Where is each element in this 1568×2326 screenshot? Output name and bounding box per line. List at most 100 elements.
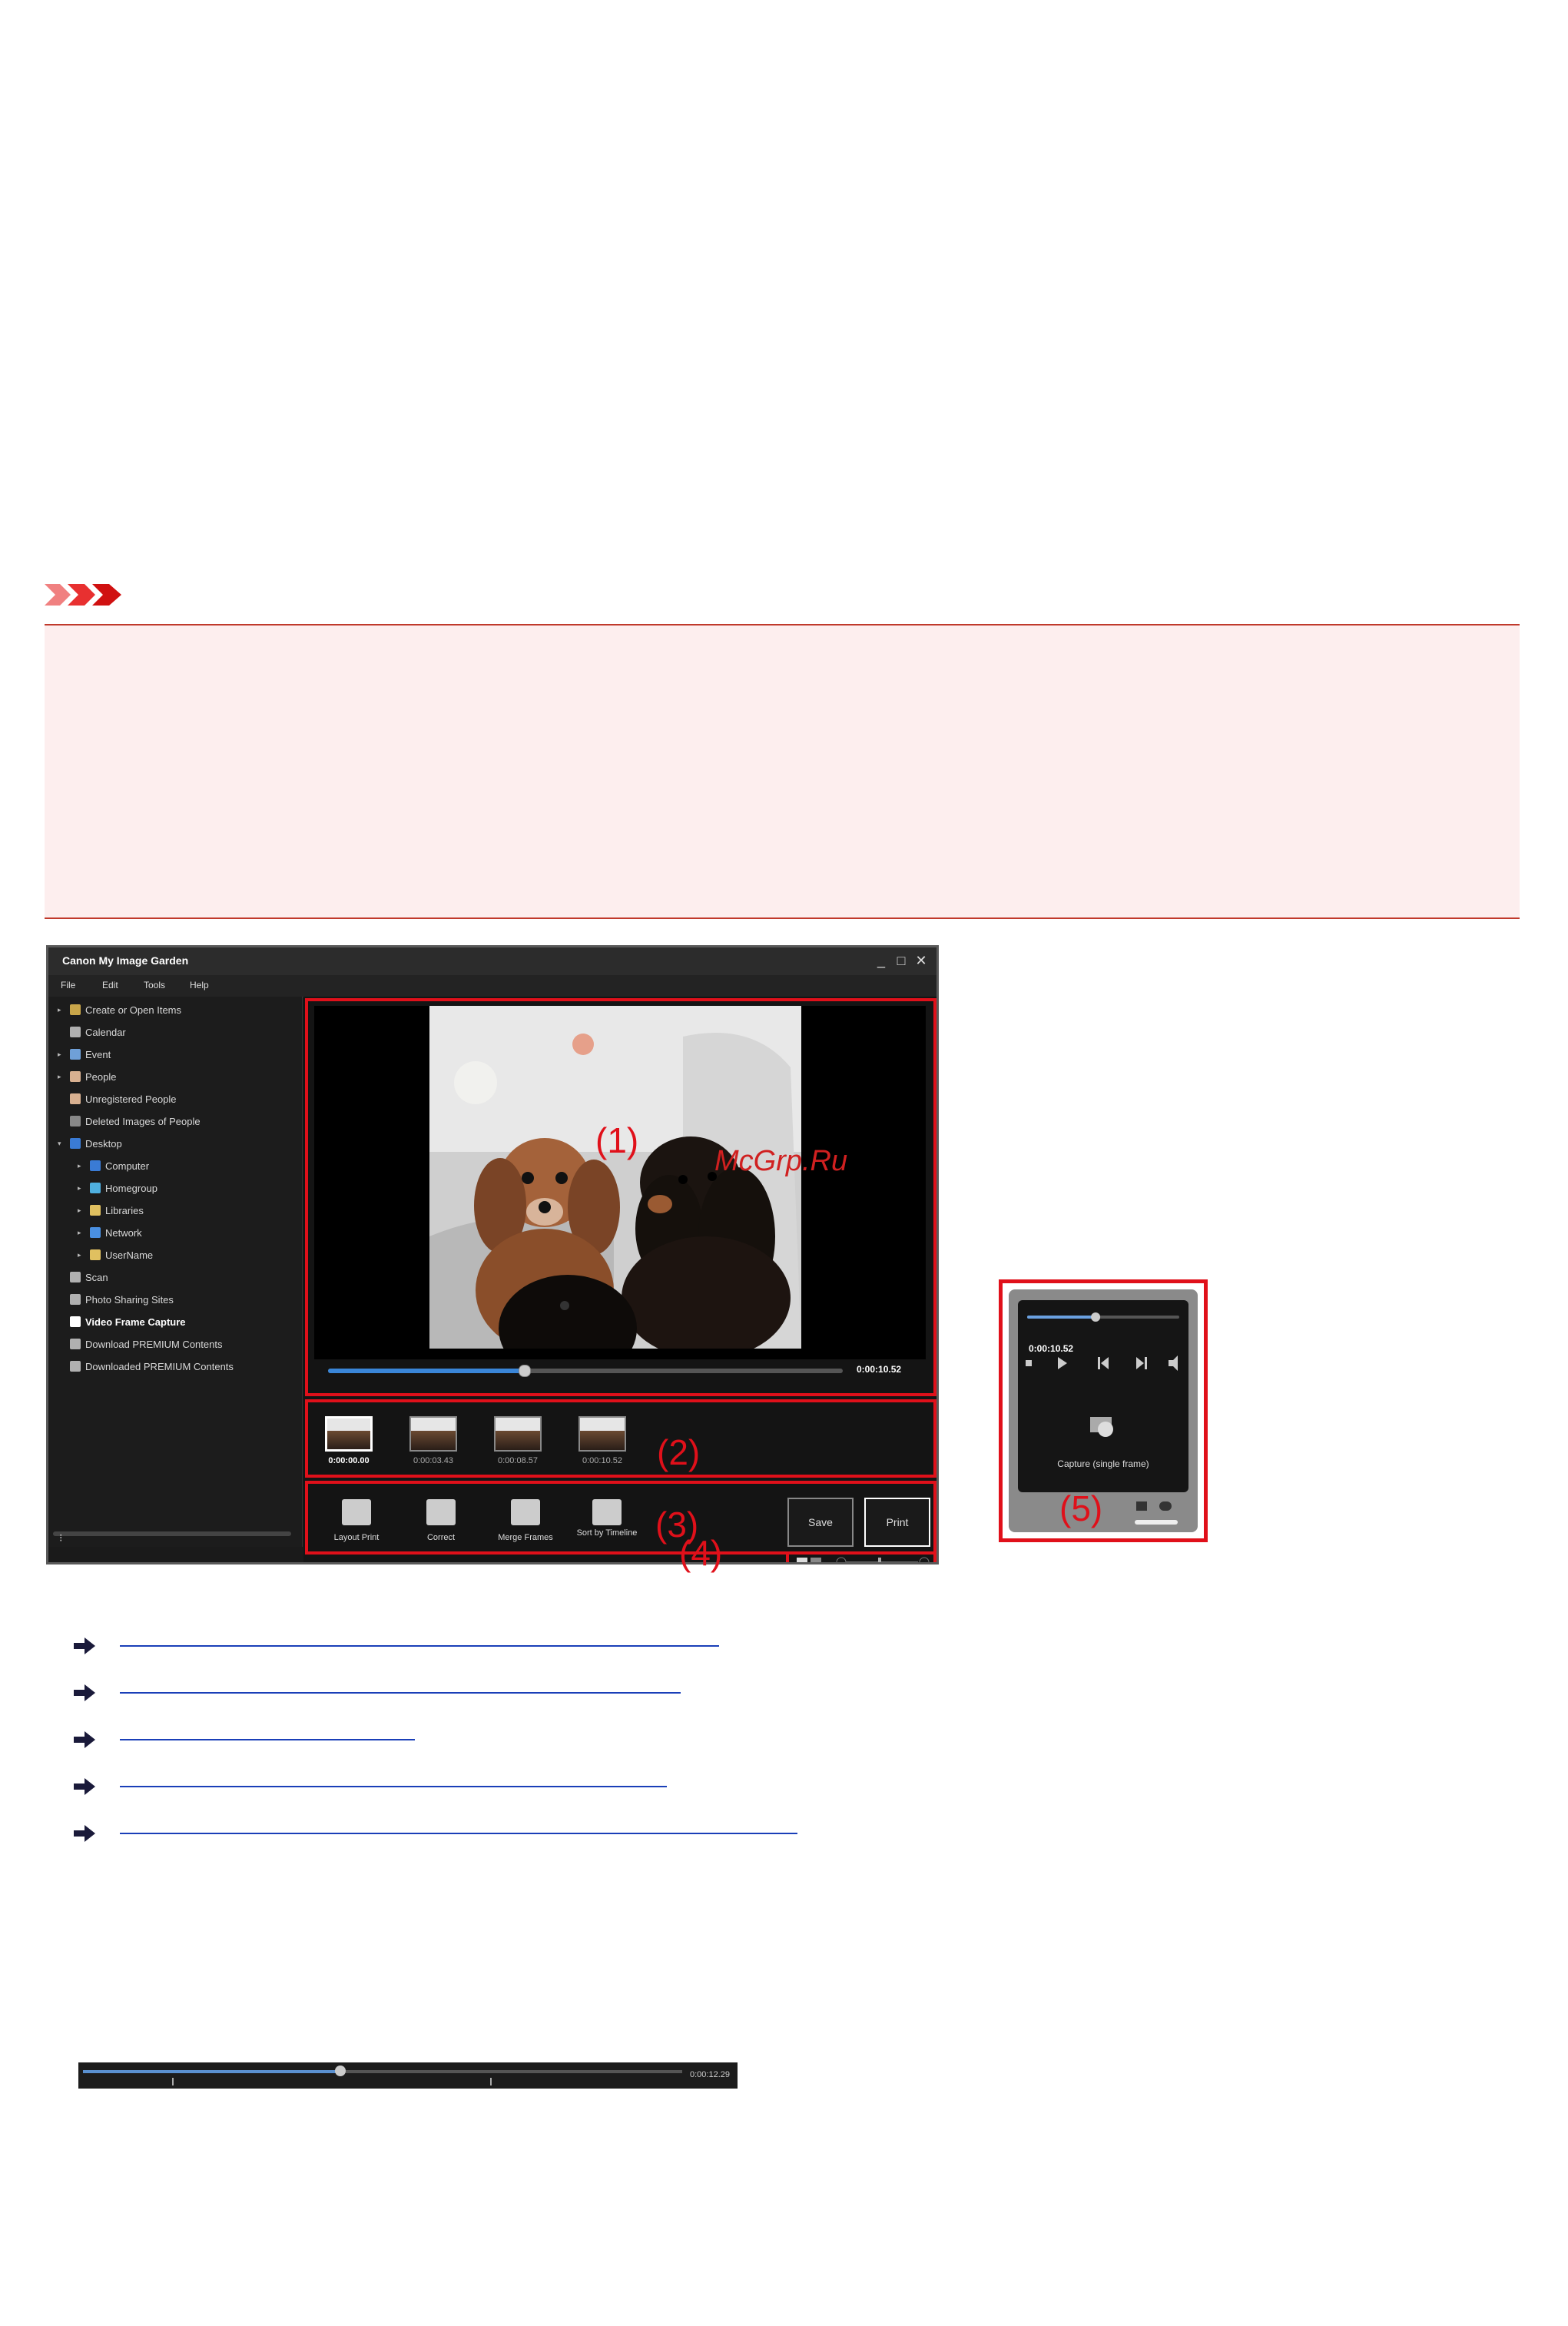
arrow-right-icon: [74, 1778, 95, 1795]
network-icon: [90, 1227, 101, 1238]
arrow-right-icon: [74, 1637, 95, 1654]
sidebar-item-label: Create or Open Items: [85, 1004, 181, 1016]
sidebar-item-video-frame-capture[interactable]: Video Frame Capture: [58, 1313, 186, 1330]
person-icon: [70, 1093, 81, 1104]
capture-single-frame-label[interactable]: Capture (single frame): [1018, 1458, 1188, 1469]
video-frame-icon: [70, 1316, 81, 1327]
sidebar: ▸ Create or Open Items Calendar ▸ Event ▸ Peop…: [48, 997, 303, 1547]
callout-box-1: [305, 998, 936, 1396]
sidebar-item-download-premium-contents[interactable]: Download PREMIUM Contents: [58, 1336, 222, 1352]
downloaded-icon: [70, 1361, 81, 1372]
sidebar-item-username[interactable]: ▸ UserName: [78, 1246, 153, 1263]
main-area: 0:00:10.52 0:00:00.00 0:00:03.43 0:00:08.5…: [303, 997, 936, 1562]
sidebar-item-label: Photo Sharing Sites: [85, 1293, 174, 1306]
link-underline[interactable]: [120, 1786, 667, 1787]
scan-icon: [70, 1272, 81, 1282]
menu-tools[interactable]: Tools: [144, 980, 165, 990]
important-arrows-icon: [45, 584, 121, 606]
link-underline[interactable]: [120, 1645, 719, 1647]
people-icon: [70, 1071, 81, 1082]
arrow-right-icon: [74, 1731, 95, 1748]
sidebar-item-libraries[interactable]: ▸ Libraries: [78, 1202, 144, 1219]
sidebar-item-label: Event: [85, 1048, 111, 1060]
sidebar-item-deleted-images-of-people[interactable]: Deleted Images of People: [58, 1113, 201, 1130]
calendar-icon: [70, 1027, 81, 1037]
capture-mode-icons[interactable]: [1132, 1498, 1185, 1529]
info-icon[interactable]: ⁝: [59, 1531, 62, 1545]
event-icon: [70, 1049, 81, 1060]
expand-arrow-icon[interactable]: ▸: [78, 1162, 85, 1170]
marker-left: [172, 2078, 174, 2085]
callout-box-4: [786, 1551, 936, 1562]
sidebar-item-homegroup[interactable]: ▸ Homegroup: [78, 1180, 157, 1196]
sidebar-item-label: People: [85, 1070, 117, 1083]
menu-bar: File Edit Tools Help: [48, 975, 936, 997]
link-underline[interactable]: [120, 1833, 797, 1834]
libraries-icon: [90, 1205, 101, 1216]
sidebar-item-scan[interactable]: Scan: [58, 1269, 108, 1286]
expand-arrow-icon[interactable]: ▸: [58, 1006, 65, 1014]
expand-arrow-icon[interactable]: ▸: [58, 1073, 65, 1081]
link-item[interactable]: [74, 1820, 797, 1847]
expand-arrow-icon[interactable]: ▸: [78, 1229, 85, 1237]
callout-label-2: (2): [657, 1432, 701, 1472]
sidebar-item-unregistered-people[interactable]: Unregistered People: [58, 1090, 177, 1107]
menu-file[interactable]: File: [61, 980, 75, 990]
sidebar-item-event[interactable]: ▸ Event: [58, 1046, 111, 1063]
sidebar-item-label: Computer: [105, 1160, 150, 1172]
sidebar-item-create-or-open-items[interactable]: ▸ Create or Open Items: [58, 1001, 181, 1018]
arrow-right-icon: [74, 1825, 95, 1842]
expand-arrow-icon[interactable]: ▸: [78, 1251, 85, 1259]
create-icon: [70, 1004, 81, 1015]
sidebar-item-calendar[interactable]: Calendar: [58, 1024, 126, 1040]
sidebar-item-network[interactable]: ▸ Network: [78, 1224, 142, 1241]
timeline-image-time: 0:00:12.29: [690, 2070, 730, 2079]
sidebar-item-label: Downloaded PREMIUM Contents: [85, 1360, 234, 1372]
watermark: McGrp.Ru: [714, 1145, 848, 1177]
link-item[interactable]: [74, 1679, 681, 1707]
playback-panel-inner: 0:00:10.52 Capture (single frame): [1018, 1300, 1188, 1492]
photo-sharing-icon: [70, 1294, 81, 1305]
title-bar: Canon My Image Garden _ □ ✕: [48, 947, 936, 975]
callout-label-5: (5): [1059, 1488, 1103, 1528]
sidebar-item-label: Unregistered People: [85, 1093, 177, 1105]
link-item[interactable]: [74, 1726, 415, 1754]
menu-help[interactable]: Help: [190, 980, 209, 990]
menu-edit[interactable]: Edit: [102, 980, 118, 990]
panel-time: 0:00:10.52: [1029, 1343, 1074, 1354]
sidebar-item-people[interactable]: ▸ People: [58, 1068, 116, 1085]
user-folder-icon: [90, 1249, 101, 1260]
expand-arrow-icon[interactable]: ▾: [58, 1140, 65, 1148]
arrow-right-icon: [74, 1684, 95, 1701]
expand-arrow-icon[interactable]: ▸: [78, 1206, 85, 1215]
link-item[interactable]: [74, 1632, 719, 1660]
homegroup-icon: [90, 1183, 101, 1193]
link-item[interactable]: [74, 1773, 667, 1800]
expand-arrow-icon[interactable]: ▸: [58, 1050, 65, 1059]
app-window: Canon My Image Garden _ □ ✕ File Edit To…: [46, 945, 939, 1564]
sidebar-item-label: Calendar: [85, 1026, 126, 1038]
sidebar-item-label: Desktop: [85, 1137, 122, 1150]
maximize-button[interactable]: □: [895, 952, 907, 969]
sidebar-item-label: Network: [105, 1226, 142, 1239]
link-underline[interactable]: [120, 1739, 415, 1740]
sidebar-item-photo-sharing-sites[interactable]: Photo Sharing Sites: [58, 1291, 174, 1308]
close-button[interactable]: ✕: [915, 952, 927, 969]
timeline-image-knob: [335, 2066, 346, 2076]
expand-arrow-icon[interactable]: ▸: [78, 1184, 85, 1193]
sidebar-scrollbar[interactable]: [53, 1531, 291, 1536]
link-underline[interactable]: [120, 1692, 681, 1694]
marker-right: [490, 2078, 492, 2085]
sidebar-item-label: Deleted Images of People: [85, 1115, 201, 1127]
playback-panel: 0:00:10.52 Capture (single frame) (5): [1009, 1289, 1198, 1532]
sidebar-item-label: Download PREMIUM Contents: [85, 1338, 223, 1350]
sidebar-item-computer[interactable]: ▸ Computer: [78, 1157, 149, 1174]
sidebar-item-desktop[interactable]: ▾ Desktop: [58, 1135, 122, 1152]
minimize-button[interactable]: _: [875, 952, 887, 969]
timeline-image: 0:00:12.29: [78, 2062, 738, 2089]
sidebar-item-downloaded-premium-contents[interactable]: Downloaded PREMIUM Contents: [58, 1358, 234, 1375]
sidebar-item-label: Libraries: [105, 1204, 144, 1216]
sidebar-item-label: Scan: [85, 1271, 108, 1283]
window-title: Canon My Image Garden: [62, 954, 189, 967]
callout-box-5: 0:00:10.52 Capture (single frame) (5): [999, 1279, 1208, 1542]
